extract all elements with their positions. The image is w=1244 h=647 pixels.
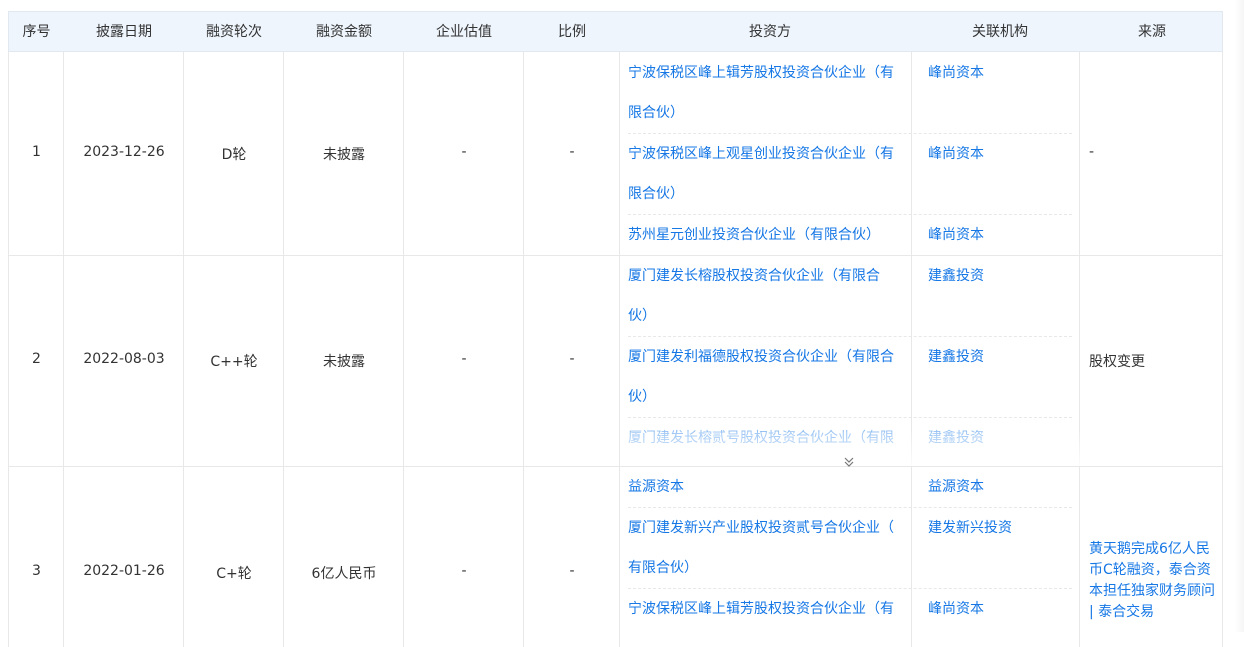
- related-org-link[interactable]: 建发新兴投资: [920, 508, 1088, 548]
- cell-amount: 未披露: [323, 354, 365, 370]
- related-org-link[interactable]: 峰尚资本: [920, 134, 1088, 174]
- header-valuation: 企业估值: [436, 24, 492, 40]
- investor-link[interactable]: 苏州星元创业投资合伙企业（有限合伙）: [628, 215, 906, 255]
- related-org-link[interactable]: 峰尚资本: [920, 215, 1088, 255]
- investor-link[interactable]: 宁波保税区峰上辑芳股权投资合伙企业（有 限合伙）: [628, 53, 906, 133]
- investor-link[interactable]: 宁波保税区峰上观星创业投资合伙企业（有 限合伙）: [628, 134, 906, 214]
- investor-link[interactable]: 厦门建发长榕股权投资合伙企业（有限合 伙）: [628, 256, 906, 336]
- cell-round: C++轮: [210, 354, 258, 370]
- cell-index: 1: [32, 144, 41, 160]
- cell-amount: 未披露: [323, 147, 365, 163]
- table-row: 3 2022-01-26 C+轮 6亿人民币 - - 益源资本 益源资本 厦门建…: [8, 467, 1223, 647]
- cell-source: -: [1089, 144, 1095, 160]
- source-news-link[interactable]: 黄天鹅完成6亿人民 币C轮融资，泰合资 本担任独家财务顾问 | 泰合交易: [1089, 539, 1217, 623]
- table-row: 2 2022-08-03 C++轮 未披露 - - 厦门建发长榕股权投资合伙企业…: [8, 256, 1223, 467]
- cell-round: D轮: [221, 147, 247, 163]
- header-index: 序号: [22, 24, 51, 40]
- cell-source: 股权变更: [1089, 354, 1145, 370]
- investor-link[interactable]: 益源资本: [628, 467, 906, 507]
- cell-ratio: -: [569, 144, 575, 160]
- related-org-link[interactable]: 建鑫投资: [920, 337, 1088, 377]
- cell-date: 2022-01-26: [83, 563, 165, 579]
- header-related-org: 关联机构: [972, 24, 1028, 40]
- investor-link[interactable]: 厦门建发利福德股权投资合伙企业（有限合 伙）: [628, 337, 906, 417]
- header-round: 融资轮次: [206, 24, 262, 40]
- cell-valuation: -: [461, 563, 467, 579]
- investor-link[interactable]: 宁波保税区峰上辑芳股权投资合伙企业（有: [628, 589, 906, 629]
- cell-index: 2: [32, 351, 41, 367]
- cell-index: 3: [32, 563, 41, 579]
- cell-ratio: -: [569, 351, 575, 367]
- cell-amount: 6亿人民币: [311, 566, 377, 582]
- related-org-link[interactable]: 益源资本: [920, 467, 1088, 507]
- header-date: 披露日期: [96, 24, 152, 40]
- cell-date: 2023-12-26: [83, 144, 165, 160]
- header-ratio: 比例: [558, 24, 586, 40]
- related-org-link[interactable]: 建鑫投资: [920, 256, 1088, 296]
- scroll-shadow: [1234, 0, 1244, 632]
- related-org-link[interactable]: 峰尚资本: [920, 589, 1088, 629]
- header-investors: 投资方: [749, 24, 791, 40]
- related-org-link[interactable]: 峰尚资本: [920, 53, 1088, 93]
- cell-valuation: -: [461, 351, 467, 367]
- cell-valuation: -: [461, 144, 467, 160]
- table-header: 序号 披露日期 融资轮次 融资金额 企业估值 比例 投资方 关联机构 来源: [8, 11, 1223, 52]
- cell-ratio: -: [569, 563, 575, 579]
- header-source: 来源: [1138, 24, 1166, 40]
- table-row: 1 2023-12-26 D轮 未披露 - - 宁波保税区峰上辑芳股权投资合伙企…: [8, 52, 1223, 256]
- header-amount: 融资金额: [316, 24, 372, 40]
- investor-link[interactable]: 厦门建发新兴产业股权投资贰号合伙企业（ 有限合伙）: [628, 508, 906, 588]
- cell-round: C+轮: [216, 566, 252, 582]
- cell-date: 2022-08-03: [83, 351, 165, 367]
